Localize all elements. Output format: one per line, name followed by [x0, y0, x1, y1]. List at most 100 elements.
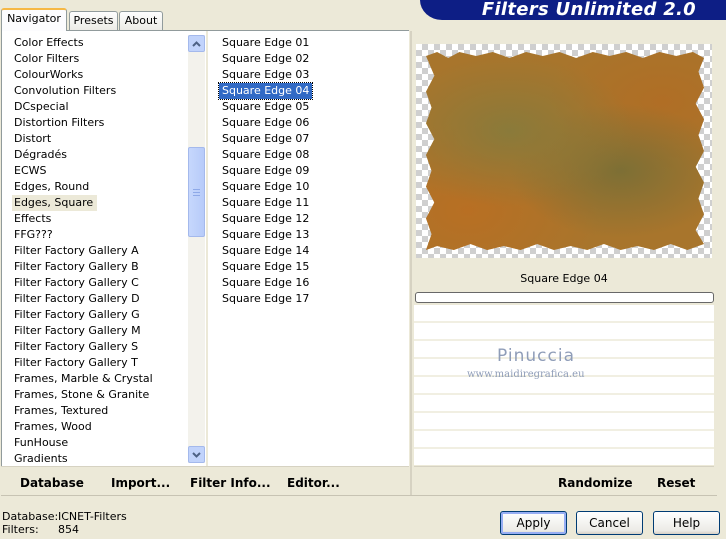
category-item[interactable]: Convolution Filters	[12, 83, 116, 99]
category-item[interactable]: Dégradés	[12, 147, 67, 163]
scroll-down-button[interactable]	[188, 446, 205, 463]
category-row: Distort	[12, 131, 187, 147]
chevron-down-icon	[192, 451, 201, 458]
randomize-button[interactable]: Randomize	[558, 476, 632, 490]
category-row: DCspecial	[12, 99, 187, 115]
filter-item[interactable]: Square Edge 08	[219, 147, 312, 163]
filter-item[interactable]: Square Edge 14	[219, 243, 312, 259]
reset-button[interactable]: Reset	[657, 476, 695, 490]
apply-button[interactable]: Apply	[500, 511, 567, 535]
category-row: Filter Factory Gallery T	[12, 355, 187, 371]
category-item[interactable]: FunHouse	[12, 435, 68, 451]
status-filters-value: 854	[58, 523, 79, 536]
category-row: Dégradés	[12, 147, 187, 163]
tab-presets[interactable]: Presets	[69, 11, 118, 30]
filter-item[interactable]: Square Edge 01	[219, 35, 312, 51]
category-item[interactable]: Filter Factory Gallery T	[12, 355, 138, 371]
category-row: ECWS	[12, 163, 187, 179]
filter-item[interactable]: Square Edge 05	[219, 99, 312, 115]
category-row: Frames, Marble & Crystal	[12, 371, 187, 387]
category-row: Filter Factory Gallery D	[12, 291, 187, 307]
chevron-up-icon	[192, 40, 201, 47]
filter-item[interactable]: Square Edge 02	[219, 51, 312, 67]
category-item[interactable]: Frames, Stone & Granite	[12, 387, 149, 403]
filter-item[interactable]: Square Edge 13	[219, 227, 312, 243]
category-row: Convolution Filters	[12, 83, 187, 99]
list-toolbar: Database Import... Filter Info... Editor…	[1, 466, 409, 494]
database-button[interactable]: Database	[20, 476, 84, 490]
parameter-row	[414, 431, 714, 449]
category-item[interactable]: Color Effects	[12, 35, 84, 51]
category-item[interactable]: Distortion Filters	[12, 115, 104, 131]
preview-toolbar: Randomize Reset	[414, 466, 714, 494]
parameter-row	[414, 395, 714, 413]
category-row: FFG???	[12, 227, 187, 243]
watermark-title: Pinuccia	[497, 346, 575, 366]
preview-image	[426, 52, 704, 250]
category-item[interactable]: FFG???	[12, 227, 53, 243]
filter-info-button[interactable]: Filter Info...	[190, 476, 271, 490]
category-row: Gradients	[12, 451, 187, 467]
filter-item[interactable]: Square Edge 16	[219, 275, 312, 291]
filter-item[interactable]: Square Edge 09	[219, 163, 312, 179]
category-item[interactable]: Filter Factory Gallery S	[12, 339, 138, 355]
filter-item[interactable]: Square Edge 03	[219, 67, 312, 83]
parameter-row	[414, 305, 714, 323]
status-panel: Database:ICNET-Filters Filters: 854	[2, 510, 127, 536]
category-item[interactable]: Effects	[12, 211, 51, 227]
category-item[interactable]: Edges, Round	[12, 179, 89, 195]
category-item[interactable]: Frames, Wood	[12, 419, 92, 435]
category-row: Distortion Filters	[12, 115, 187, 131]
category-item[interactable]: Distort	[12, 131, 51, 147]
import-button[interactable]: Import...	[111, 476, 170, 490]
editor-button[interactable]: Editor...	[287, 476, 340, 490]
category-item[interactable]: Filter Factory Gallery C	[12, 275, 139, 291]
category-row: FunHouse	[12, 435, 187, 451]
category-item[interactable]: Filter Factory Gallery G	[12, 307, 140, 323]
category-row: Frames, Stone & Granite	[12, 387, 187, 403]
scroll-thumb[interactable]	[188, 147, 205, 237]
footer-divider	[1, 495, 717, 496]
filter-list[interactable]: Square Edge 01 Square Edge 02 Square Edge …	[217, 35, 399, 307]
category-list-panel: Color Effects Color Filters ColourWorks Con…	[1, 31, 206, 466]
help-button[interactable]: Help	[653, 511, 720, 535]
cancel-button[interactable]: Cancel	[576, 511, 643, 535]
category-item[interactable]: Filter Factory Gallery B	[12, 259, 139, 275]
filter-item[interactable]: Square Edge 10	[219, 179, 312, 195]
category-row: Edges, Round	[12, 179, 187, 195]
category-item[interactable]: Filter Factory Gallery D	[12, 291, 140, 307]
category-row: Effects	[12, 211, 187, 227]
progress-bar	[415, 292, 714, 303]
status-database-label: Database:	[2, 510, 59, 523]
category-item[interactable]: ColourWorks	[12, 67, 83, 83]
category-item[interactable]: Gradients	[12, 451, 68, 467]
category-item[interactable]: Frames, Textured	[12, 403, 108, 419]
filter-item[interactable]: Square Edge 04	[217, 82, 314, 100]
category-item[interactable]: DCspecial	[12, 99, 69, 115]
filter-item[interactable]: Square Edge 12	[219, 211, 312, 227]
tab-about[interactable]: About	[119, 11, 163, 30]
filter-item[interactable]: Square Edge 15	[219, 259, 312, 275]
app-title: Filters Unlimited 2.0	[481, 0, 696, 20]
category-row: Frames, Wood	[12, 419, 187, 435]
category-item[interactable]: Color Filters	[12, 51, 79, 67]
category-item[interactable]: Filter Factory Gallery A	[12, 243, 139, 259]
category-row: ColourWorks	[12, 67, 187, 83]
category-item[interactable]: Frames, Marble & Crystal	[12, 371, 153, 387]
filter-item[interactable]: Square Edge 11	[219, 195, 312, 211]
category-scrollbar[interactable]	[188, 35, 205, 463]
preview-canvas	[416, 44, 712, 258]
category-list[interactable]: Color Effects Color Filters ColourWorks Con…	[12, 35, 187, 467]
category-item[interactable]: ECWS	[12, 163, 47, 179]
category-row: Edges, Square	[12, 195, 187, 211]
selected-filter-label: Square Edge 04	[414, 268, 714, 290]
category-item[interactable]: Edges, Square	[12, 195, 98, 211]
filter-item[interactable]: Square Edge 07	[219, 131, 312, 147]
scroll-up-button[interactable]	[188, 35, 205, 52]
status-filters-label: Filters:	[2, 523, 39, 536]
category-item[interactable]: Filter Factory Gallery M	[12, 323, 141, 339]
filter-item[interactable]: Square Edge 06	[219, 115, 312, 131]
watermark-url: www.maidiregrafica.eu	[467, 369, 585, 380]
tab-navigator[interactable]: Navigator	[1, 8, 67, 31]
filter-item[interactable]: Square Edge 17	[219, 291, 312, 307]
